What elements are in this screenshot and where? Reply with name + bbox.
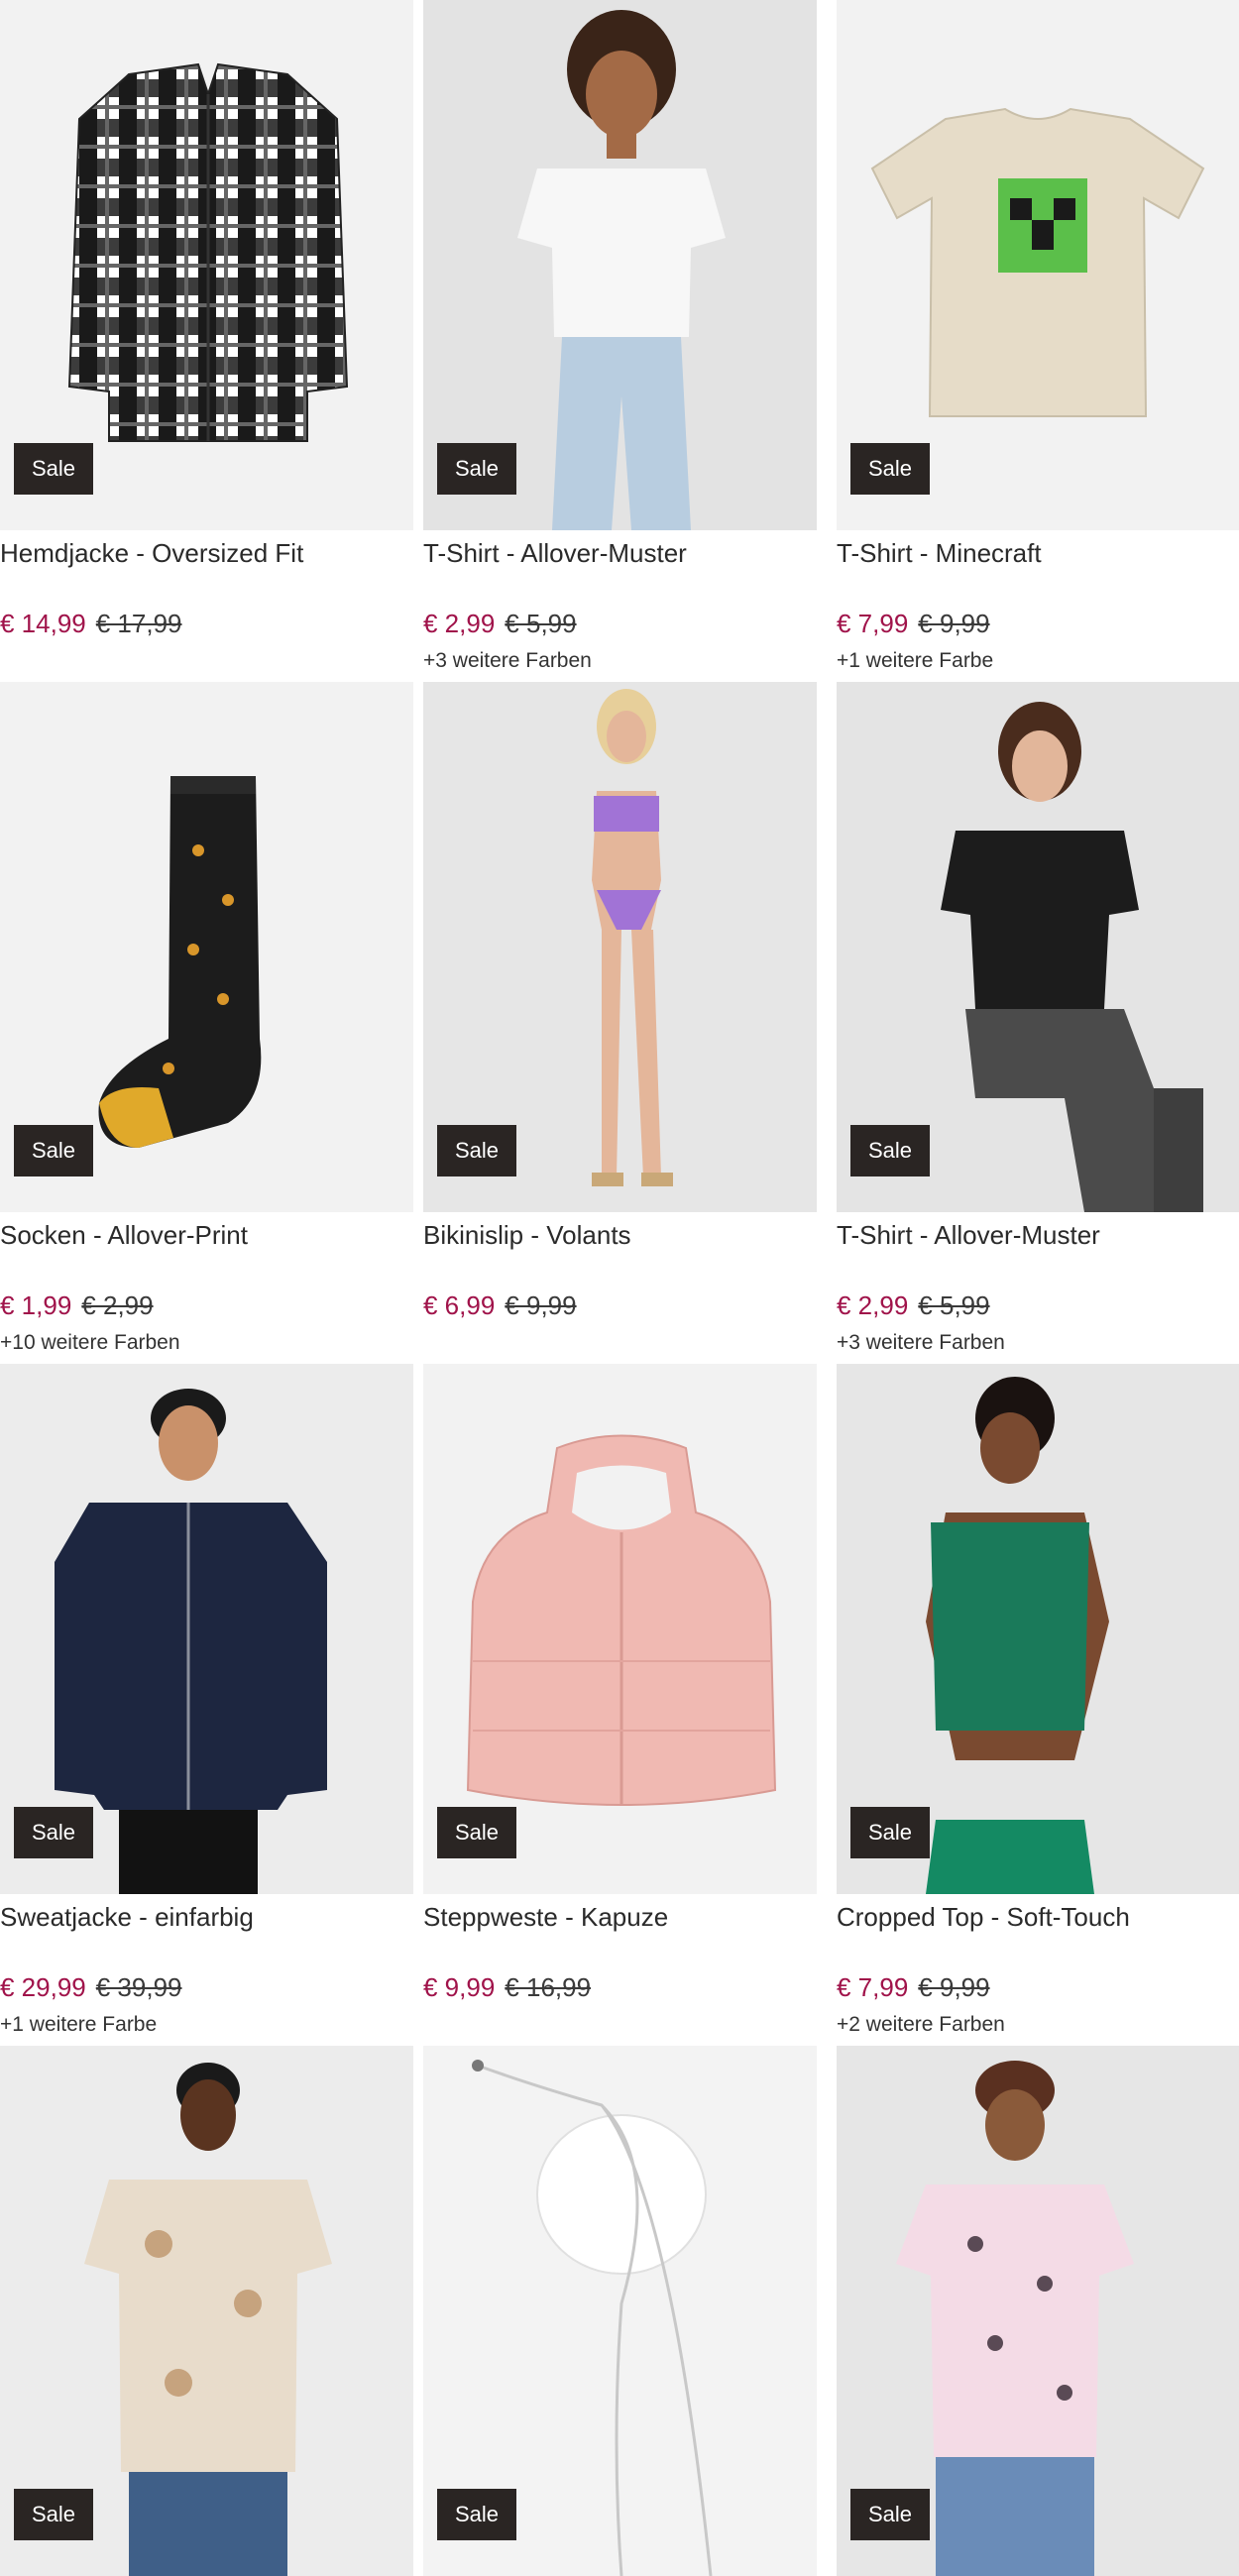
price-row: € 7,99 € 9,99 [837, 1972, 990, 2003]
product-image[interactable]: Sale [837, 0, 1239, 530]
product-title[interactable]: Sweatjacke - einfarbig [0, 1902, 254, 1933]
original-price: € 5,99 [918, 1290, 990, 1320]
product-card[interactable]: Sale T-Shirt - Allover-Muster € 2,99 € 5,… [413, 0, 827, 682]
product-card[interactable]: Sale [0, 2046, 413, 2576]
product-card[interactable]: Sale Sweatjacke - einfarbig € 29,99 € 39,… [0, 1364, 413, 2046]
price-row: € 2,99 € 5,99 [423, 609, 577, 639]
product-title[interactable]: T-Shirt - Minecraft [837, 538, 1042, 569]
more-colors-label[interactable]: +1 weitere Farbe [0, 2013, 157, 2037]
price-row: € 29,99 € 39,99 [0, 1972, 182, 2003]
sale-badge: Sale [14, 2489, 94, 2540]
sale-price: € 1,99 [0, 1290, 72, 1320]
sale-price: € 2,99 [423, 609, 496, 638]
sale-badge: Sale [437, 1125, 517, 1176]
product-image[interactable]: Sale [423, 2046, 817, 2576]
product-image[interactable]: Sale [423, 0, 817, 530]
product-card[interactable]: Sale Socken - Allover-Print € 1,99 € 2,99… [0, 682, 413, 1364]
price-row: € 1,99 € 2,99 [0, 1290, 154, 1321]
product-image[interactable]: Sale [837, 682, 1239, 1212]
sale-badge: Sale [850, 443, 931, 495]
product-image[interactable]: Sale [423, 682, 817, 1212]
product-title[interactable]: T-Shirt - Allover-Muster [423, 538, 687, 569]
original-price: € 39,99 [95, 1972, 182, 2002]
product-card[interactable]: Sale T-Shirt - Allover-Muster € 2,99 € 5,… [827, 682, 1239, 1364]
product-title[interactable]: Socken - Allover-Print [0, 1220, 248, 1251]
product-card[interactable]: Sale [413, 2046, 827, 2576]
sale-price: € 14,99 [0, 609, 86, 638]
price-row: € 6,99 € 9,99 [423, 1290, 577, 1321]
price-row: € 7,99 € 9,99 [837, 609, 990, 639]
product-image[interactable]: Sale [837, 1364, 1239, 1894]
product-title[interactable]: T-Shirt - Allover-Muster [837, 1220, 1100, 1251]
sale-badge: Sale [14, 1125, 94, 1176]
product-title[interactable]: Bikinislip - Volants [423, 1220, 631, 1251]
product-card[interactable]: Sale T-Shirt - Minecraft € 7,99 € 9,99 +1… [827, 0, 1239, 682]
product-image[interactable]: Sale [837, 2046, 1239, 2576]
price-row: € 2,99 € 5,99 [837, 1290, 990, 1321]
product-card[interactable]: Sale Steppweste - Kapuze € 9,99 € 16,99 [413, 1364, 827, 2046]
price-row: € 14,99 € 17,99 [0, 609, 182, 639]
more-colors-label[interactable]: +10 weitere Farben [0, 1331, 180, 1355]
sale-price: € 9,99 [423, 1972, 496, 2002]
product-image[interactable]: Sale [0, 1364, 413, 1894]
product-card[interactable]: Sale [827, 2046, 1239, 2576]
more-colors-label[interactable]: +3 weitere Farben [837, 1331, 1005, 1355]
more-colors-label[interactable]: +1 weitere Farbe [837, 649, 993, 673]
price-row: € 9,99 € 16,99 [423, 1972, 591, 2003]
original-price: € 2,99 [81, 1290, 154, 1320]
sale-price: € 29,99 [0, 1972, 86, 2002]
original-price: € 9,99 [505, 1290, 577, 1320]
product-card[interactable]: Sale Cropped Top - Soft-Touch € 7,99 € 9,… [827, 1364, 1239, 2046]
more-colors-label[interactable]: +2 weitere Farben [837, 2013, 1005, 2037]
sale-price: € 7,99 [837, 1972, 909, 2002]
sale-badge: Sale [14, 443, 94, 495]
sale-badge: Sale [14, 1807, 94, 1858]
sale-badge: Sale [437, 1807, 517, 1858]
product-grid: Sale Hemdjacke - Oversized Fit € 14,99 € … [0, 0, 1239, 2576]
more-colors-label[interactable]: +3 weitere Farben [423, 649, 592, 673]
product-title[interactable]: Steppweste - Kapuze [423, 1902, 668, 1933]
product-image[interactable]: Sale [0, 2046, 413, 2576]
product-title[interactable]: Hemdjacke - Oversized Fit [0, 538, 303, 569]
sale-badge: Sale [850, 1807, 931, 1858]
sale-badge: Sale [437, 2489, 517, 2540]
product-image[interactable]: Sale [0, 0, 413, 530]
product-card[interactable]: Sale Bikinislip - Volants € 6,99 € 9,99 [413, 682, 827, 1364]
sale-badge: Sale [850, 1125, 931, 1176]
original-price: € 17,99 [95, 609, 182, 638]
sale-badge: Sale [437, 443, 517, 495]
product-image[interactable]: Sale [423, 1364, 817, 1894]
sale-price: € 6,99 [423, 1290, 496, 1320]
product-card[interactable]: Sale Hemdjacke - Oversized Fit € 14,99 € … [0, 0, 413, 682]
sale-price: € 7,99 [837, 609, 909, 638]
original-price: € 9,99 [918, 609, 990, 638]
product-image[interactable]: Sale [0, 682, 413, 1212]
original-price: € 9,99 [918, 1972, 990, 2002]
product-title[interactable]: Cropped Top - Soft-Touch [837, 1902, 1130, 1933]
original-price: € 5,99 [505, 609, 577, 638]
sale-badge: Sale [850, 2489, 931, 2540]
original-price: € 16,99 [505, 1972, 592, 2002]
sale-price: € 2,99 [837, 1290, 909, 1320]
